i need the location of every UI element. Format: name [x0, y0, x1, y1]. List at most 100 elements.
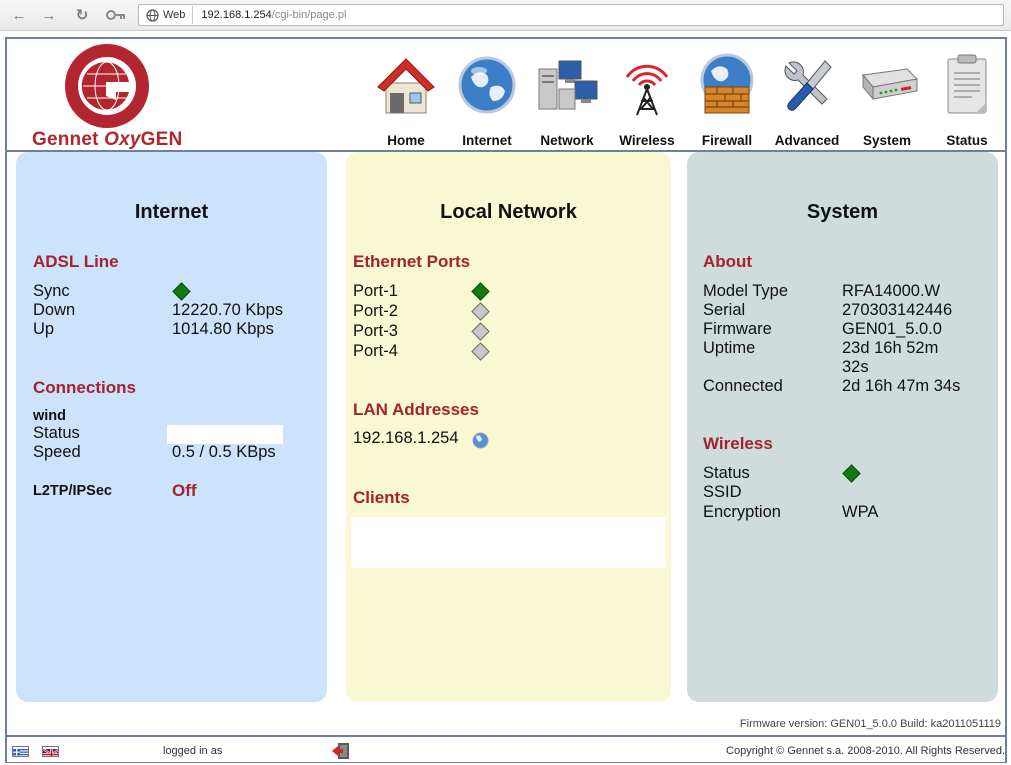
- lan-address-value: 192.168.1.254: [353, 429, 459, 447]
- reload-icon[interactable]: ↻: [72, 6, 92, 24]
- gennet-logo-icon[interactable]: [62, 41, 152, 136]
- connections-heading: Connections: [33, 378, 136, 397]
- port-1-indicator-icon: [471, 282, 490, 301]
- back-arrow-icon[interactable]: ←: [9, 6, 29, 24]
- nav-status-label: Status: [946, 133, 988, 148]
- port-label: Port-2: [353, 302, 398, 320]
- chip-label: Web: [163, 9, 186, 21]
- address-bar[interactable]: Web 192.168.1.254/cgi-bin/page.pl: [138, 4, 1004, 26]
- adsl-line-heading: ADSL Line: [33, 252, 119, 271]
- browser-toolbar: ← → ↻ Web 192.168.1.254/cgi-bin/page.pl: [0, 0, 1011, 31]
- wireless-status-label: Status: [703, 464, 750, 482]
- connected-label: Connected: [703, 377, 783, 395]
- nav-advanced-label: Advanced: [774, 133, 840, 148]
- l2tp-label: L2TP/IPSec: [33, 483, 112, 499]
- nav-network-label: Network: [540, 133, 594, 148]
- computers-icon: [535, 53, 599, 117]
- connection-name: wind: [33, 408, 67, 424]
- connection-status-label: Status: [33, 424, 80, 442]
- up-label: Up: [33, 320, 55, 338]
- system-panel: System About Model Type RFA14000.W Seria…: [687, 152, 998, 702]
- down-value: 12220.70 Kbps: [172, 301, 284, 319]
- site-info-chip[interactable]: Web: [142, 6, 194, 24]
- page-footer: logged in as Copyright © Gennet s.a. 200…: [7, 735, 1005, 764]
- house-icon: [374, 53, 438, 117]
- port-label: Port-1: [353, 282, 398, 300]
- port-4-indicator-icon: [471, 342, 490, 361]
- system-panel-title: System: [806, 201, 879, 223]
- uptime-label: Uptime: [703, 339, 756, 357]
- connected-value: 2d 16h 47m 34s: [842, 377, 961, 395]
- uk-flag-icon[interactable]: [42, 746, 59, 757]
- encryption-value: WPA: [842, 503, 879, 521]
- ethernet-ports-heading: Ethernet Ports: [353, 252, 471, 271]
- uptime-value-cont: 32s: [842, 358, 869, 376]
- nav-network[interactable]: Network: [527, 49, 607, 151]
- wireless-status-indicator-icon: [842, 464, 861, 483]
- internet-panel: Internet ADSL Line Sync Down 12220.70 Kb…: [16, 152, 327, 702]
- page-header: Gennet OxyGEN Home Internet Network Wire…: [7, 39, 1005, 152]
- globe-small-icon: [146, 8, 159, 22]
- up-value: 1014.80 Kbps: [172, 320, 274, 338]
- nav-system-label: System: [862, 133, 912, 148]
- firewall-globe-icon: [695, 53, 759, 117]
- connection-status-value: [167, 425, 283, 444]
- encryption-label: Encryption: [703, 503, 781, 521]
- clients-heading: Clients: [353, 488, 410, 507]
- firmware-value: GEN01_5.0.0: [842, 320, 942, 338]
- logout-icon[interactable]: [332, 742, 350, 765]
- serial-label: Serial: [703, 301, 746, 319]
- firmware-label: Firmware: [703, 320, 772, 338]
- ssid-label: SSID: [703, 483, 742, 501]
- sync-label: Sync: [33, 282, 70, 300]
- connection-speed-value: 0.5 / 0.5 KBps: [172, 443, 276, 461]
- tools-icon: [775, 53, 839, 117]
- port-2-indicator-icon: [471, 302, 490, 321]
- antenna-icon: [615, 53, 679, 117]
- globe-icon: [455, 53, 519, 117]
- copyright-text: Copyright © Gennet s.a. 2008-2010. All R…: [726, 745, 1005, 757]
- wireless-heading: Wireless: [703, 434, 773, 453]
- nav-advanced[interactable]: Advanced: [767, 49, 847, 151]
- model-type-value: RFA14000.W: [842, 282, 941, 300]
- nav-firewall[interactable]: Firewall: [687, 49, 767, 151]
- port-label: Port-3: [353, 322, 398, 340]
- uptime-value: 23d 16h 52m: [842, 339, 939, 357]
- local-network-panel-title: Local Network: [440, 201, 577, 223]
- port-3-indicator-icon: [471, 322, 490, 341]
- nav-wireless-label: Wireless: [619, 133, 675, 148]
- small-globe-icon[interactable]: [472, 432, 489, 454]
- url-host: 192.168.1.254: [201, 9, 272, 21]
- nav-internet-label: Internet: [462, 133, 512, 148]
- brand-name: Gennet OxyGEN: [32, 129, 183, 150]
- greek-flag-icon[interactable]: [12, 746, 29, 757]
- model-type-label: Model Type: [703, 282, 788, 300]
- nav-system[interactable]: System: [847, 49, 927, 151]
- clients-list: [351, 517, 666, 568]
- url-path: /cgi-bin/page.pl: [271, 9, 347, 21]
- nav-status[interactable]: Status: [927, 49, 1007, 151]
- l2tp-value[interactable]: Off: [172, 481, 197, 501]
- internet-panel-title: Internet: [134, 201, 209, 223]
- port-label: Port-4: [353, 342, 398, 360]
- about-heading: About: [703, 252, 753, 271]
- key-icon[interactable]: [104, 6, 128, 24]
- modem-icon: [855, 53, 919, 117]
- lan-addresses-heading: LAN Addresses: [353, 400, 479, 419]
- nav-firewall-label: Firewall: [701, 133, 753, 148]
- down-label: Down: [33, 301, 76, 319]
- nav-wireless[interactable]: Wireless: [607, 49, 687, 151]
- url-text[interactable]: 192.168.1.254/cgi-bin/page.pl: [201, 9, 346, 21]
- connection-speed-label: Speed: [33, 443, 81, 461]
- local-network-panel: Local Network Ethernet Ports Port-1 Port…: [346, 152, 671, 702]
- clipboard-icon: [935, 53, 999, 117]
- nav-home[interactable]: Home: [366, 49, 446, 151]
- logged-in-text: logged in as: [163, 745, 223, 757]
- adsl-sync-indicator-icon: [172, 282, 191, 301]
- serial-value: 270303142446: [842, 301, 953, 319]
- router-page: Gennet OxyGEN Home Internet Network Wire…: [5, 37, 1007, 763]
- nav-home-label: Home: [387, 133, 425, 148]
- forward-arrow-icon[interactable]: →: [39, 6, 59, 24]
- nav-internet[interactable]: Internet: [447, 49, 527, 151]
- firmware-version-text: Firmware version: GEN01_5.0.0 Build: ka2…: [739, 718, 1001, 730]
